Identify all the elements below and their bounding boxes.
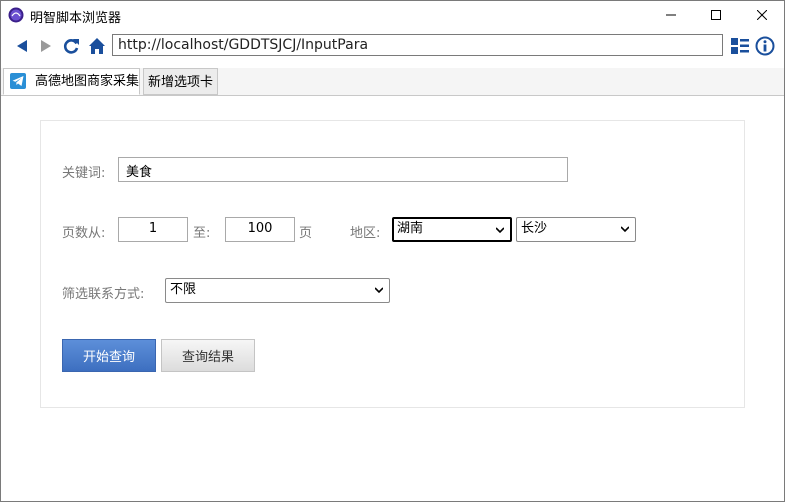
close-button[interactable] (739, 0, 785, 30)
layout-grid-icon (731, 38, 749, 54)
forward-button[interactable] (36, 36, 56, 56)
maximize-icon (711, 10, 721, 20)
info-button[interactable] (755, 36, 775, 56)
filter-contact-select[interactable]: 不限 (165, 278, 390, 303)
refresh-icon (63, 39, 79, 54)
home-button[interactable] (87, 36, 107, 56)
keyword-input[interactable]: 美食 (118, 157, 568, 182)
back-button[interactable] (12, 36, 32, 56)
chevron-down-icon (496, 227, 504, 234)
info-icon (755, 36, 775, 56)
telegram-plane-icon (10, 73, 26, 89)
forward-arrow-icon (41, 40, 51, 52)
tab-label: 新增选项卡 (147, 75, 213, 90)
tab-gaode-merchant[interactable]: 高德地图商家采集 (3, 68, 140, 95)
chevron-down-icon (621, 226, 629, 233)
refresh-button[interactable] (61, 36, 81, 56)
page-unit-label: 页 (299, 226, 313, 241)
close-icon (757, 10, 767, 20)
home-icon (89, 38, 105, 54)
filter-contact-label: 筛选联系方式: (62, 287, 145, 302)
filter-contact-value: 不限 (170, 282, 197, 297)
province-select[interactable]: 湖南 (392, 217, 512, 242)
page-to-input[interactable]: 100 (225, 217, 295, 242)
region-label: 地区: (350, 226, 381, 241)
app-logo-icon (8, 7, 24, 23)
page-from-input[interactable]: 1 (118, 217, 188, 242)
tab-new-tab[interactable]: 新增选项卡 (143, 68, 218, 95)
layout-button[interactable] (730, 36, 750, 56)
city-value: 长沙 (521, 221, 548, 236)
to-label: 至: (193, 226, 211, 241)
title-bar: 明智脚本浏览器 (0, 0, 785, 30)
pages-from-label: 页数从: (62, 226, 106, 241)
back-arrow-icon (17, 40, 27, 52)
window-title: 明智脚本浏览器 (30, 11, 122, 26)
province-value: 湖南 (397, 221, 424, 236)
keyword-label: 关键词: (62, 166, 106, 181)
minimize-icon (666, 14, 676, 16)
minimize-button[interactable] (648, 0, 694, 30)
city-select[interactable]: 长沙 (516, 217, 636, 242)
maximize-button[interactable] (693, 0, 739, 30)
chevron-down-icon (375, 287, 383, 294)
start-query-button[interactable]: 开始查询 (62, 339, 156, 372)
query-results-button[interactable]: 查询结果 (161, 339, 255, 372)
address-bar[interactable]: http://localhost/GDDTSJCJ/InputPara (112, 34, 723, 56)
tab-label: 高德地图商家采集 (35, 74, 140, 89)
